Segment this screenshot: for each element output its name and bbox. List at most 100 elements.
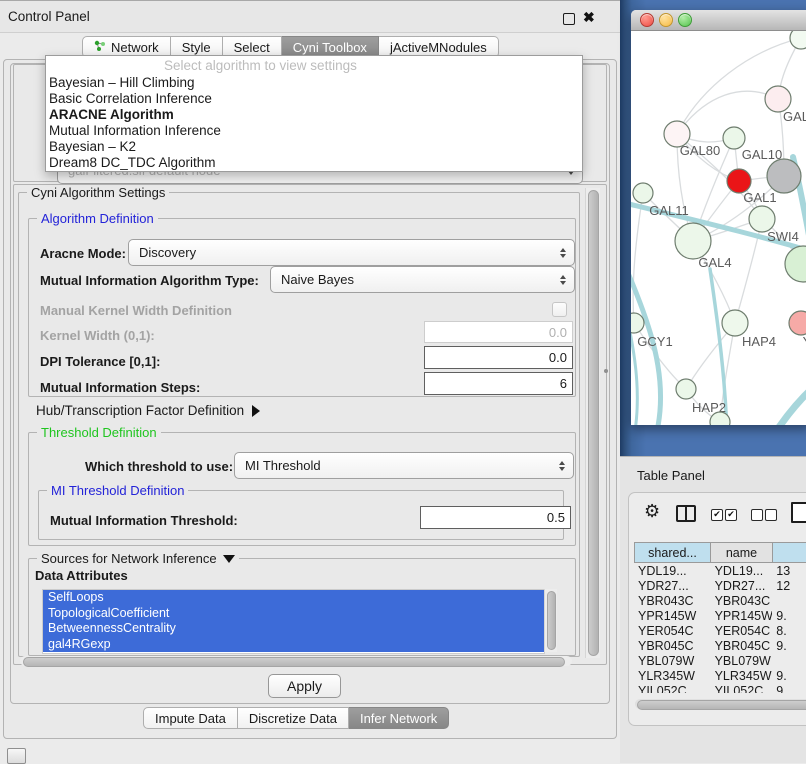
- table-row[interactable]: YBR043CYBR043C: [634, 593, 806, 608]
- tab-label: Cyni Toolbox: [293, 40, 367, 55]
- network-node-gcy1[interactable]: [631, 313, 644, 333]
- gear-icon[interactable]: ⚙: [644, 501, 660, 522]
- table-cell: YDL19...: [711, 564, 773, 578]
- tab-impute-data[interactable]: Impute Data: [143, 707, 238, 729]
- table-cell: YLR345W: [711, 669, 773, 683]
- mi-type-combo[interactable]: Naive Bayes: [270, 266, 575, 293]
- attribute-selfloops[interactable]: SelfLoops: [43, 590, 544, 606]
- algorithm-option-bayesian-k2[interactable]: Bayesian – K2: [49, 139, 579, 155]
- network-node-hap2[interactable]: [676, 379, 696, 399]
- split-handle[interactable]: [604, 369, 608, 373]
- table-row[interactable]: YER054CYER054C8.: [634, 623, 806, 638]
- kernel-width-input[interactable]: 0.0: [424, 321, 573, 343]
- network-node[interactable]: [790, 31, 806, 49]
- tab-label: Select: [234, 40, 270, 55]
- dpi-tolerance-input[interactable]: 0.0: [424, 346, 573, 369]
- tab-label: Style: [182, 40, 211, 55]
- tab-infer-network[interactable]: Infer Network: [349, 707, 449, 729]
- table-cell: YIL052C: [711, 684, 773, 693]
- hub-definition-toggle[interactable]: Hub/Transcription Factor Definition: [36, 403, 260, 418]
- dropdown-items: Bayesian – Hill ClimbingBasic Correlatio…: [49, 75, 579, 171]
- network-window[interactable]: GALGAL80GAL10GAL1GAL11SWI4GAL4GCY1HAP4YH…: [631, 10, 806, 425]
- table-cell: YBR045C: [711, 639, 773, 653]
- cyni-settings-group-title: Cyni Algorithm Settings: [27, 185, 169, 200]
- settings-horizontal-scrollbar[interactable]: [20, 656, 572, 666]
- network-edge[interactable]: [775, 383, 806, 425]
- table-header-row: shared...name: [634, 542, 806, 563]
- node-label: Y: [803, 334, 806, 349]
- network-window-titlebar: [631, 10, 806, 31]
- column-header-item[interactable]: [773, 542, 806, 563]
- table-cell: YPR145W: [711, 609, 773, 623]
- network-node-gal10[interactable]: [723, 127, 745, 149]
- apply-button[interactable]: Apply: [268, 674, 341, 698]
- table-cell: YBL079W: [634, 654, 711, 668]
- table-row[interactable]: YBR045CYBR045C9.: [634, 638, 806, 653]
- network-node[interactable]: [767, 159, 801, 193]
- sources-group-title: Sources for Network Inference: [41, 551, 217, 566]
- which-threshold-label: Which threshold to use:: [85, 459, 233, 474]
- table-cell: YBR043C: [634, 594, 711, 608]
- algorithm-option-aracne-algorithm[interactable]: ARACNE Algorithm: [49, 107, 579, 123]
- threshold-definition-title: Threshold Definition: [37, 425, 161, 440]
- close-traffic-light-icon[interactable]: [640, 13, 654, 27]
- algorithm-option-basic-correlation-inference[interactable]: Basic Correlation Inference: [49, 91, 579, 107]
- attribute-gal4rgexp[interactable]: gal4RGexp: [43, 637, 544, 653]
- checked-checkbox-icon[interactable]: ✔: [711, 509, 723, 521]
- table-horizontal-scrollbar[interactable]: [635, 699, 806, 709]
- zoom-traffic-light-icon[interactable]: [678, 13, 692, 27]
- aracne-mode-label: Aracne Mode:: [40, 246, 126, 261]
- tab-discretize-data[interactable]: Discretize Data: [238, 707, 349, 729]
- sources-toggle[interactable]: Sources for Network Inference: [37, 551, 239, 566]
- node-label: GAL: [783, 109, 806, 124]
- table-row[interactable]: YIL052CYIL052C9.: [634, 684, 806, 693]
- columns-icon[interactable]: [676, 505, 696, 522]
- which-threshold-combo[interactable]: MI Threshold: [234, 452, 574, 479]
- float-window-icon[interactable]: [563, 13, 575, 25]
- algorithm-option-dream8-dc-tdc-algorithm[interactable]: Dream8 DC_TDC Algorithm: [49, 155, 579, 171]
- network-node[interactable]: [785, 246, 806, 282]
- column-header-name[interactable]: name: [711, 542, 773, 563]
- network-edge[interactable]: [677, 91, 778, 134]
- mi-threshold-input[interactable]: 0.5: [420, 506, 571, 529]
- mi-steps-input[interactable]: 6: [424, 372, 573, 395]
- hub-definition-label: Hub/Transcription Factor Definition: [36, 403, 244, 418]
- table-row[interactable]: YDR27...YDR27...12: [634, 578, 806, 593]
- network-canvas[interactable]: GALGAL80GAL10GAL1GAL11SWI4GAL4GCY1HAP4YH…: [631, 31, 806, 425]
- table-row[interactable]: YPR145WYPR145W9.: [634, 608, 806, 623]
- attribute-topologicalcoefficient[interactable]: TopologicalCoefficient: [43, 606, 544, 622]
- table-cell: YBL079W: [711, 654, 773, 668]
- algorithm-option-mutual-information-inference[interactable]: Mutual Information Inference: [49, 123, 579, 139]
- algorithm-option-bayesian-hill-climbing[interactable]: Bayesian – Hill Climbing: [49, 75, 579, 91]
- unchecked-checkbox-icon[interactable]: [765, 509, 777, 521]
- checked-checkbox-icon[interactable]: ✔: [725, 509, 737, 521]
- table-cell: 8.: [772, 624, 806, 638]
- network-graph: GALGAL80GAL10GAL1GAL11SWI4GAL4GCY1HAP4YH…: [631, 31, 806, 425]
- table-row[interactable]: YBL079WYBL079W: [634, 654, 806, 669]
- node-label: GAL11: [649, 203, 689, 218]
- column-header-shared[interactable]: shared...: [634, 542, 711, 563]
- which-threshold-value: MI Threshold: [235, 458, 321, 473]
- dropdown-placeholder: Select algorithm to view settings: [164, 58, 357, 73]
- node-label: HAP4: [742, 334, 776, 349]
- table-row[interactable]: YDL19...YDL19...13: [634, 563, 806, 578]
- table-row[interactable]: YLR345WYLR345W9.: [634, 669, 806, 684]
- minimize-traffic-light-icon[interactable]: [659, 13, 673, 27]
- document-icon[interactable]: [791, 502, 806, 523]
- unchecked-checkbox-icon[interactable]: [751, 509, 763, 521]
- attributes-vertical-scrollbar[interactable]: [544, 589, 557, 652]
- aracne-mode-combo[interactable]: Discovery: [128, 239, 575, 266]
- settings-vertical-scrollbar[interactable]: [585, 188, 600, 658]
- combo-spinner-icon: [560, 275, 574, 285]
- close-icon[interactable]: ✖: [583, 9, 595, 26]
- node-label: GCY1: [637, 334, 672, 349]
- network-node-hap4[interactable]: [722, 310, 748, 336]
- algorithm-definition-title: Algorithm Definition: [37, 211, 158, 226]
- network-node-y[interactable]: [789, 311, 806, 335]
- network-node-gal4[interactable]: [675, 223, 711, 259]
- table-cell: YPR145W: [634, 609, 711, 623]
- network-node-gal11[interactable]: [633, 183, 653, 203]
- attribute-betweennesscentrality[interactable]: BetweennessCentrality: [43, 621, 544, 637]
- table-cell: YBR045C: [634, 639, 711, 653]
- manual-kernel-checkbox[interactable]: [552, 302, 567, 317]
